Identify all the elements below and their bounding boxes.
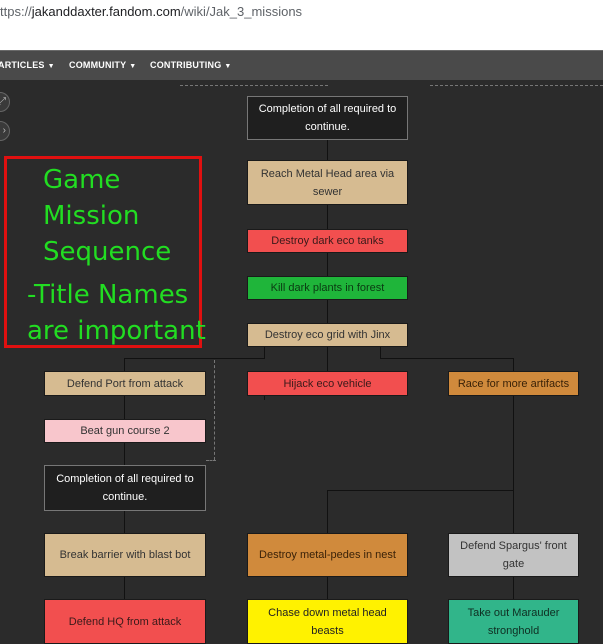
connector-line (124, 511, 125, 533)
annotation-line: -Title Names (27, 280, 189, 310)
mission-label: Take out Marauder stronghold (467, 606, 560, 637)
url-text[interactable]: ttps://jakanddaxter.fandom.com/wiki/Jak_… (0, 4, 302, 19)
connector-line (380, 358, 513, 359)
nav-item-label: ARTICLES (0, 60, 45, 70)
dashed-connector (206, 460, 216, 461)
caret-down-icon: ▼ (129, 63, 137, 70)
chevron-right-icon[interactable]: › (0, 121, 10, 141)
mission-box-race-artifacts[interactable]: Race for more artifacts (448, 371, 579, 396)
connector-line (124, 358, 125, 371)
mission-box-chase-metal-head[interactable]: Chase down metal head beasts (247, 599, 408, 644)
mission-label: Kill dark plants in forest (270, 282, 385, 294)
connector-line (264, 396, 265, 400)
connector-line (124, 443, 125, 465)
connector-line (124, 396, 125, 419)
connector-line (264, 347, 265, 359)
dashed-connector (214, 360, 215, 460)
nav-item-community[interactable]: COMMUNITY ▼ (69, 60, 136, 70)
mission-label: Completion of all required to continue. (56, 473, 194, 503)
mission-box-completion-top[interactable]: Completion of all required to continue. (247, 96, 408, 140)
connector-line (513, 358, 514, 371)
mission-label: Destroy metal-pedes in nest (259, 549, 396, 561)
connector-line (327, 577, 328, 599)
mission-box-destroy-dark-eco[interactable]: Destroy dark eco tanks (247, 229, 408, 253)
mission-box-hijack-eco[interactable]: Hijack eco vehicle (247, 371, 408, 396)
connector-line (327, 490, 328, 533)
connector-line (327, 347, 328, 371)
nav-item-contributing[interactable]: CONTRIBUTING ▼ (150, 60, 232, 70)
annotation-line: Sequence (43, 237, 172, 267)
mission-box-break-barrier[interactable]: Break barrier with blast bot (44, 533, 206, 577)
connector-line (124, 358, 264, 359)
url-host: jakanddaxter.fandom.com (31, 4, 181, 19)
mission-label: Defend Port from attack (66, 377, 184, 390)
expand-icon[interactable]: ⤢ (0, 92, 10, 112)
mission-box-kill-dark-plants[interactable]: Kill dark plants in forest (247, 276, 408, 300)
annotation-line: Game (43, 165, 121, 195)
mission-label: Chase down metal head beasts (268, 606, 387, 637)
connector-line (513, 577, 514, 599)
caret-down-icon: ▼ (47, 63, 55, 70)
mission-label: Hijack eco vehicle (283, 377, 372, 390)
connector-line (327, 300, 328, 323)
dashed-connector (430, 85, 603, 86)
mission-box-defend-port[interactable]: Defend Port from attack (44, 371, 206, 396)
url-path: /wiki/Jak_3_missions (180, 4, 303, 19)
mission-label: Destroy dark eco tanks (271, 235, 384, 247)
mission-label: Beat gun course 2 (80, 425, 170, 437)
annotation-box: Game Mission Sequence -Title Names are i… (4, 156, 206, 348)
annotation-line: Mission (43, 201, 140, 231)
caret-down-icon: ▼ (224, 63, 232, 70)
mission-label: Defend Spargus' front gate (460, 540, 567, 570)
mission-box-defend-spargus[interactable]: Defend Spargus' front gate (448, 533, 579, 577)
mission-box-beat-gun-course[interactable]: Beat gun course 2 (44, 419, 206, 443)
site-nav-bar: ARTICLES ▼ COMMUNITY ▼ CONTRIBUTING ▼ (0, 50, 603, 80)
connector-line (327, 205, 328, 229)
mission-box-destroy-metal-pedes[interactable]: Destroy metal-pedes in nest (247, 533, 408, 577)
annotation-line: are important (27, 316, 206, 346)
url-prefix: ttps:// (0, 4, 32, 19)
connector-line (327, 253, 328, 276)
connector-line (327, 490, 513, 491)
connector-line (327, 140, 328, 160)
mission-box-take-out-marauder[interactable]: Take out Marauder stronghold (448, 599, 579, 644)
mission-box-completion-mid[interactable]: Completion of all required to continue. (44, 465, 206, 511)
mission-box-destroy-eco-grid[interactable]: Destroy eco grid with Jinx (247, 323, 408, 347)
connector-line (513, 490, 514, 533)
mission-label: Break barrier with blast bot (59, 549, 191, 561)
browser-url-bar[interactable]: ttps://jakanddaxter.fandom.com/wiki/Jak_… (0, 0, 603, 50)
mission-label: Destroy eco grid with Jinx (264, 329, 391, 341)
nav-item-label: COMMUNITY (69, 60, 127, 70)
mission-label: Race for more artifacts (457, 377, 570, 390)
mission-label: Defend HQ from attack (68, 615, 182, 628)
mission-box-reach-metal-head[interactable]: Reach Metal Head area via sewer (247, 160, 408, 205)
mission-label: Reach Metal Head area via sewer (260, 167, 395, 198)
dashed-connector (180, 85, 328, 86)
connector-line (124, 577, 125, 599)
mission-label: Completion of all required to continue. (258, 103, 397, 133)
mission-box-defend-hq[interactable]: Defend HQ from attack (44, 599, 206, 644)
nav-item-articles[interactable]: ARTICLES ▼ (0, 60, 55, 70)
nav-item-label: CONTRIBUTING (150, 60, 222, 70)
connector-line (513, 396, 514, 490)
